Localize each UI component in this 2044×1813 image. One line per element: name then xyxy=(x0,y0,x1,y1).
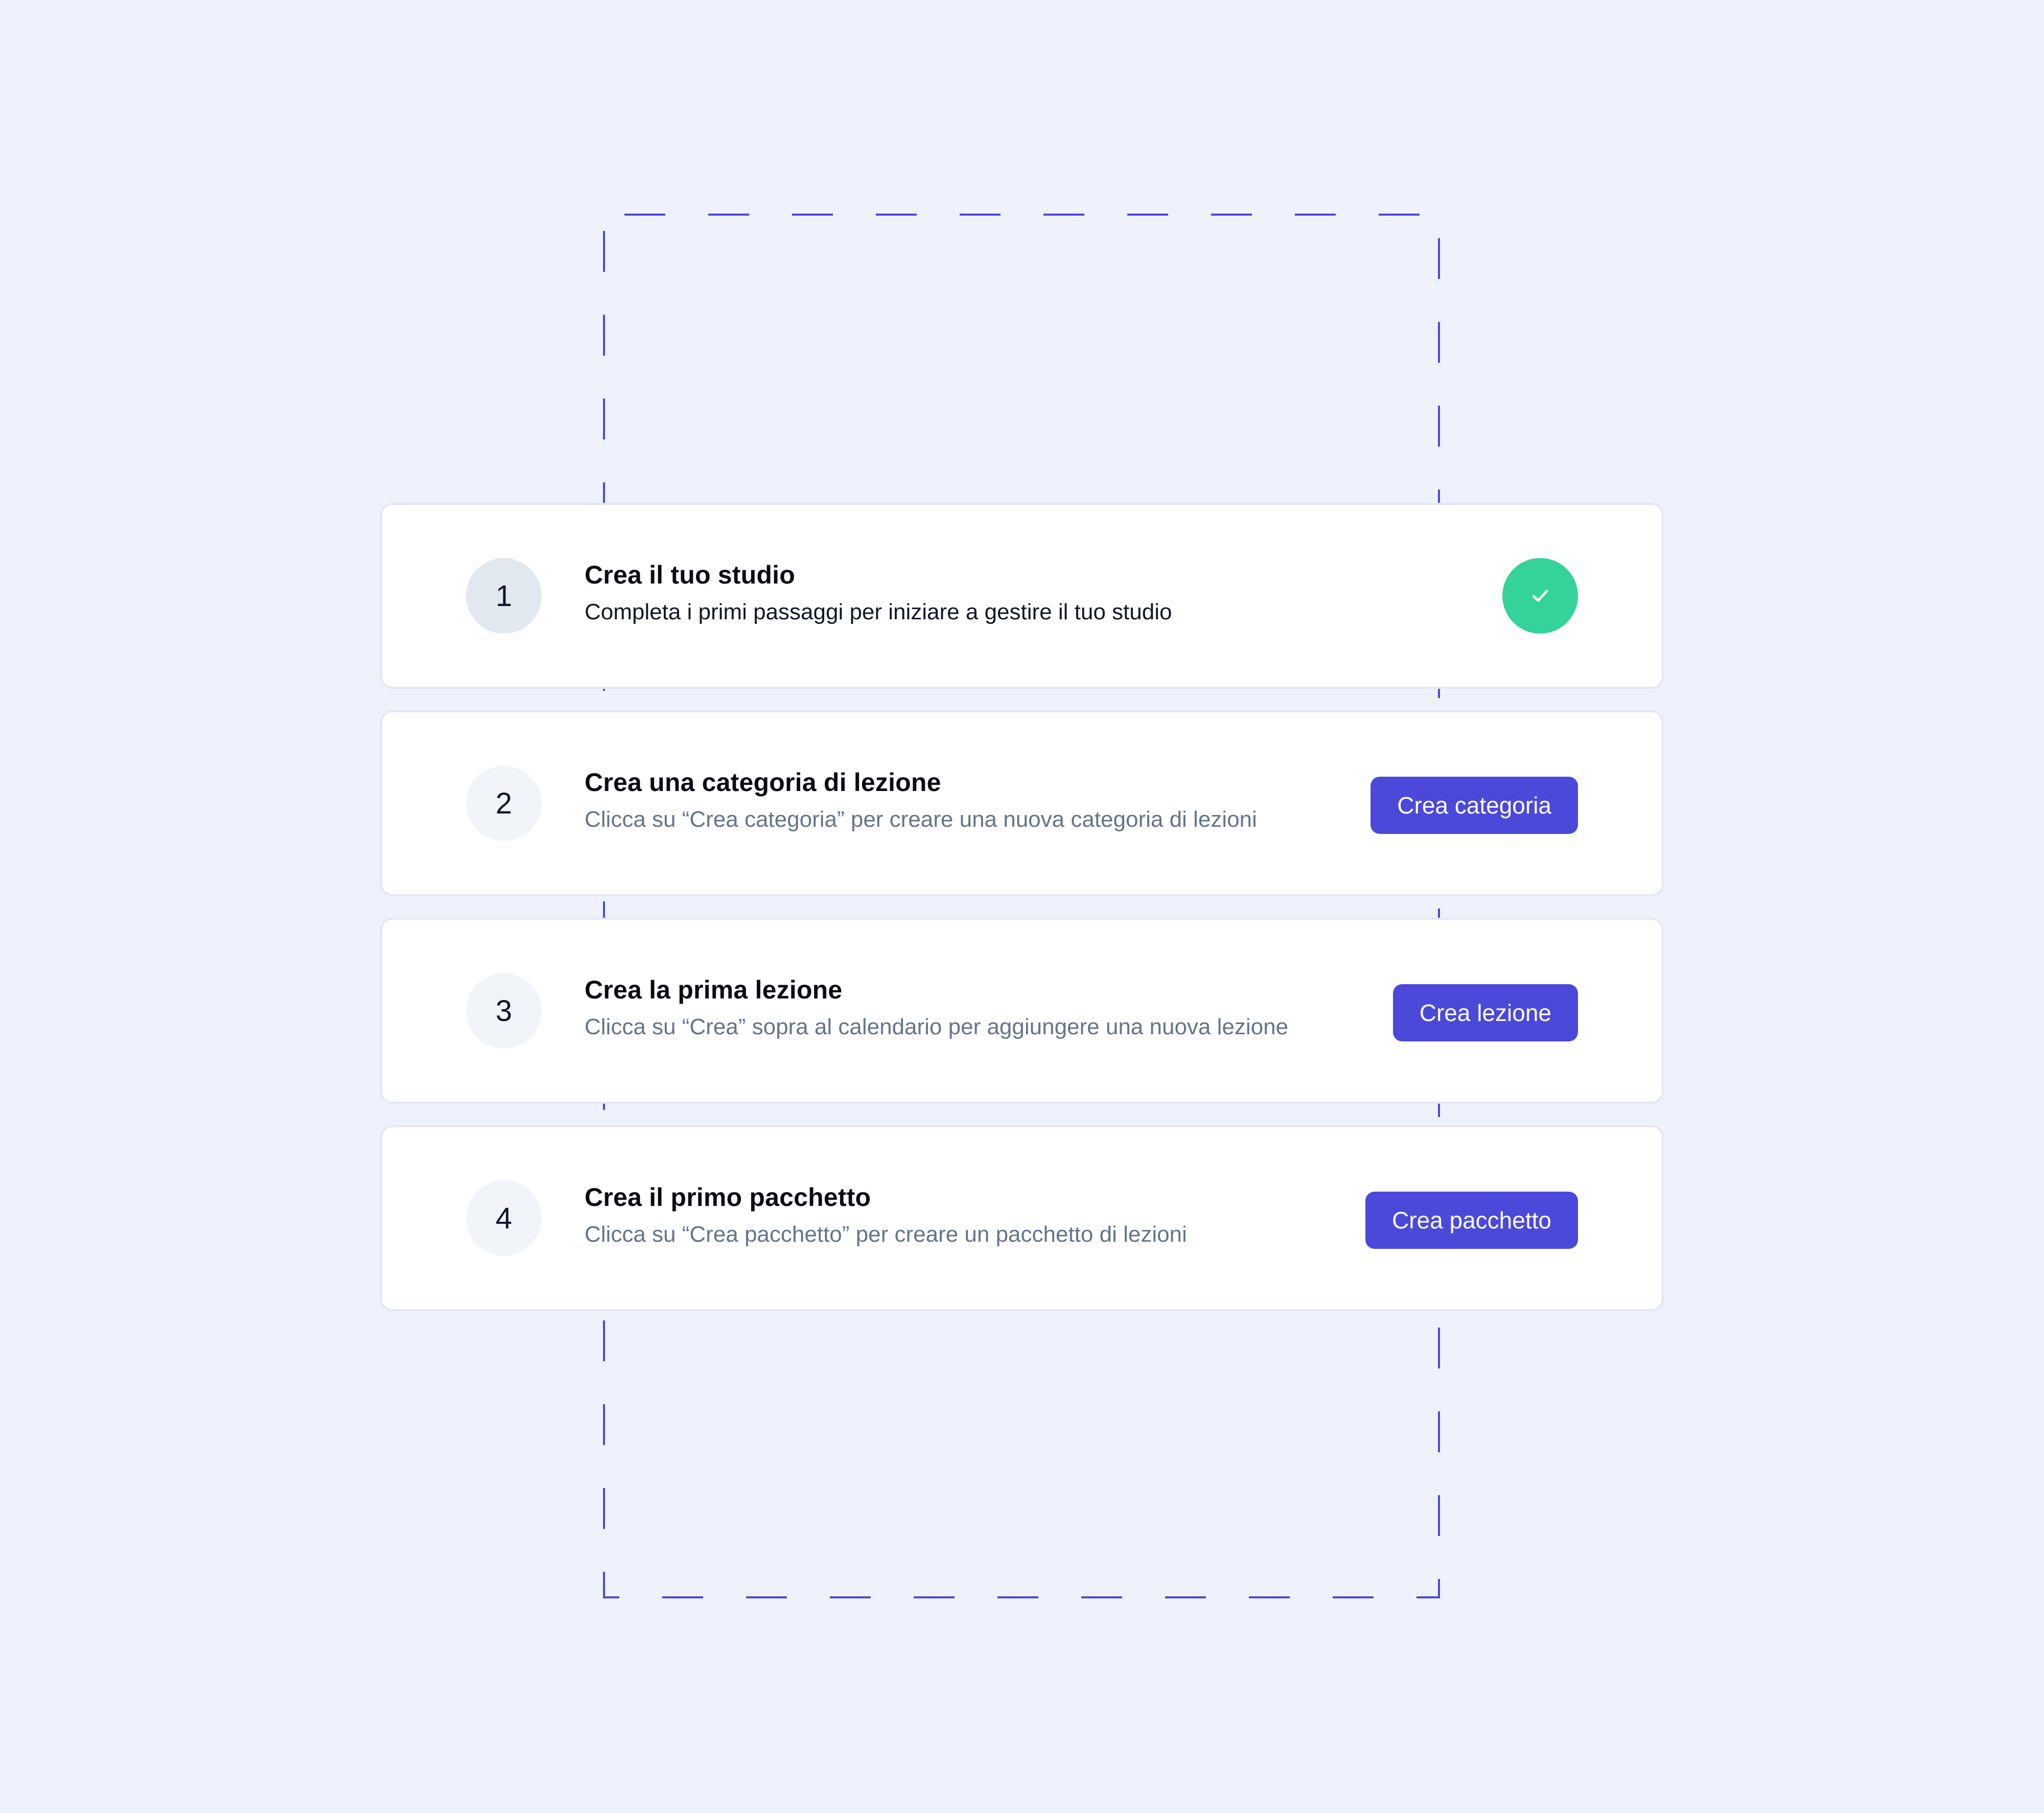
step-title: Crea una categoria di lezione xyxy=(585,768,941,797)
onboarding-steps-list: 1 Crea il tuo studio Completa i primi pa… xyxy=(380,503,1664,1333)
step-title: Crea il primo pacchetto xyxy=(585,1183,871,1212)
step-card-create-category: 2 Crea una categoria di lezione Clicca s… xyxy=(380,710,1664,896)
step-number: 3 xyxy=(466,973,542,1049)
step-description: Clicca su “Crea pacchetto” per creare un… xyxy=(585,1222,1187,1247)
step-text: Crea una categoria di lezione Clicca su … xyxy=(585,770,1345,831)
completed-check-badge xyxy=(1502,558,1578,634)
step-card-create-lesson: 3 Crea la prima lezione Clicca su “Crea”… xyxy=(380,918,1664,1104)
step-number: 4 xyxy=(466,1180,542,1256)
step-card-create-package: 4 Crea il primo pacchetto Clicca su “Cre… xyxy=(380,1125,1664,1311)
step-title: Crea il tuo studio xyxy=(585,561,795,589)
check-icon xyxy=(1532,590,1548,602)
step-description: Completa i primi passaggi per iniziare a… xyxy=(585,599,1172,624)
create-category-button[interactable]: Crea categoria xyxy=(1371,777,1578,834)
create-lesson-button[interactable]: Crea lezione xyxy=(1392,984,1578,1041)
step-card-create-studio: 1 Crea il tuo studio Completa i primi pa… xyxy=(380,503,1664,689)
create-package-button[interactable]: Crea pacchetto xyxy=(1365,1192,1578,1249)
step-description: Clicca su “Crea” sopra al calendario per… xyxy=(585,1014,1289,1039)
step-number: 1 xyxy=(466,558,542,634)
step-title: Crea la prima lezione xyxy=(585,975,843,1004)
step-text: Crea il tuo studio Completa i primi pass… xyxy=(585,562,1345,623)
step-description: Clicca su “Crea categoria” per creare un… xyxy=(585,807,1257,832)
step-text: Crea la prima lezione Clicca su “Crea” s… xyxy=(585,977,1345,1038)
step-number: 2 xyxy=(466,765,542,841)
step-text: Crea il primo pacchetto Clicca su “Crea … xyxy=(585,1184,1345,1246)
